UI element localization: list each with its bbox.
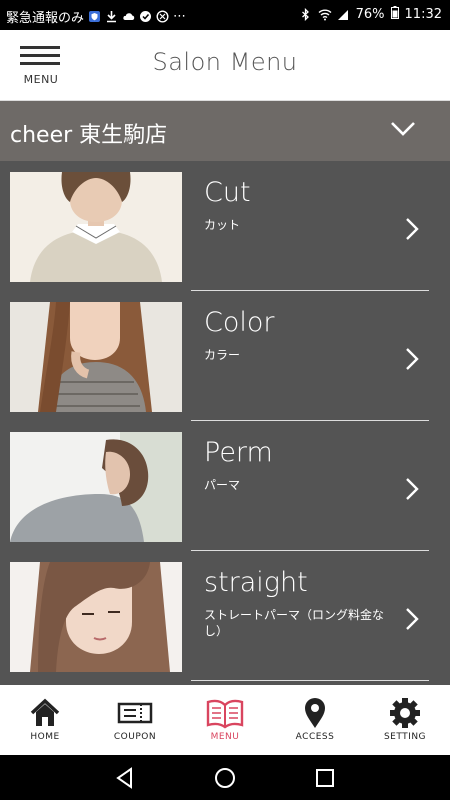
battery-icon bbox=[390, 6, 399, 23]
divider bbox=[191, 680, 429, 681]
chevron-right-icon bbox=[404, 347, 420, 375]
clock-time: 11:32 bbox=[404, 7, 442, 22]
cloud-icon bbox=[122, 10, 135, 23]
menu-item-title: Color bbox=[204, 307, 275, 338]
menu-item-title: Perm bbox=[204, 437, 273, 468]
home-circle-icon[interactable] bbox=[214, 767, 236, 793]
app-header: MENU Salon Menu bbox=[0, 30, 450, 101]
signal-icon bbox=[337, 8, 350, 21]
chevron-down-icon bbox=[390, 121, 416, 141]
check-circle-icon bbox=[139, 10, 152, 23]
tab-menu[interactable]: MENU bbox=[180, 685, 270, 755]
tab-label: HOME bbox=[30, 732, 60, 742]
store-selector[interactable]: cheer 東生駒店 bbox=[0, 101, 450, 161]
menu-item-color[interactable]: Color カラー bbox=[0, 291, 450, 421]
more-notifications-icon: ⋯ bbox=[173, 9, 187, 24]
menu-item-subtitle: パーマ bbox=[204, 478, 241, 492]
tab-label: MENU bbox=[210, 732, 240, 742]
menu-item-subtitle: カット bbox=[204, 218, 241, 232]
recents-icon[interactable] bbox=[314, 767, 336, 793]
menu-item-cut[interactable]: Cut カット bbox=[0, 161, 450, 291]
menu-item-perm[interactable]: Perm パーマ bbox=[0, 421, 450, 551]
chevron-right-icon bbox=[404, 217, 420, 245]
perm-photo bbox=[10, 432, 182, 542]
store-name: cheer 東生駒店 bbox=[10, 123, 168, 148]
chevron-right-icon bbox=[404, 477, 420, 505]
tab-setting[interactable]: SETTING bbox=[360, 685, 450, 755]
page-title: Salon Menu bbox=[152, 48, 298, 76]
shield-icon bbox=[88, 10, 101, 23]
system-nav-bar bbox=[0, 755, 450, 800]
map-pin-icon bbox=[270, 697, 360, 729]
back-icon[interactable] bbox=[114, 767, 136, 793]
book-icon bbox=[180, 697, 270, 729]
chevron-right-icon bbox=[404, 607, 420, 635]
color-photo bbox=[10, 302, 182, 412]
menu-item-subtitle: ストレートパーマ（ロング料金なし） bbox=[204, 608, 385, 638]
menu-list: Cut カット Color カラー Perm パーマ straight ストレー… bbox=[0, 161, 450, 685]
tab-coupon[interactable]: COUPON bbox=[90, 685, 180, 755]
coupon-icon bbox=[90, 697, 180, 729]
tab-label: ACCESS bbox=[295, 732, 335, 742]
settings-circle-icon bbox=[156, 10, 169, 23]
home-icon bbox=[0, 697, 90, 729]
status-bar: 緊急通報のみ ⋯ 76% 11:32 bbox=[0, 0, 450, 30]
straight-photo bbox=[10, 562, 182, 672]
bluetooth-icon bbox=[299, 7, 312, 22]
menu-item-straight[interactable]: straight ストレートパーマ（ロング料金なし） bbox=[0, 551, 450, 681]
menu-item-title: straight bbox=[204, 567, 308, 598]
battery-percent: 76% bbox=[355, 7, 385, 22]
download-icon bbox=[105, 10, 118, 23]
tab-access[interactable]: ACCESS bbox=[270, 685, 360, 755]
menu-item-subtitle: カラー bbox=[204, 348, 241, 362]
notification-text: 緊急通報のみ bbox=[6, 11, 85, 26]
tab-label: SETTING bbox=[383, 732, 427, 742]
cut-photo bbox=[10, 172, 182, 282]
tab-home[interactable]: HOME bbox=[0, 685, 90, 755]
menu-item-title: Cut bbox=[204, 177, 251, 208]
tab-label: COUPON bbox=[113, 732, 157, 742]
wifi-icon bbox=[318, 8, 332, 21]
bottom-tab-bar: HOME COUPON MENU ACCESS SETTING bbox=[0, 685, 450, 755]
gear-icon bbox=[360, 697, 450, 729]
